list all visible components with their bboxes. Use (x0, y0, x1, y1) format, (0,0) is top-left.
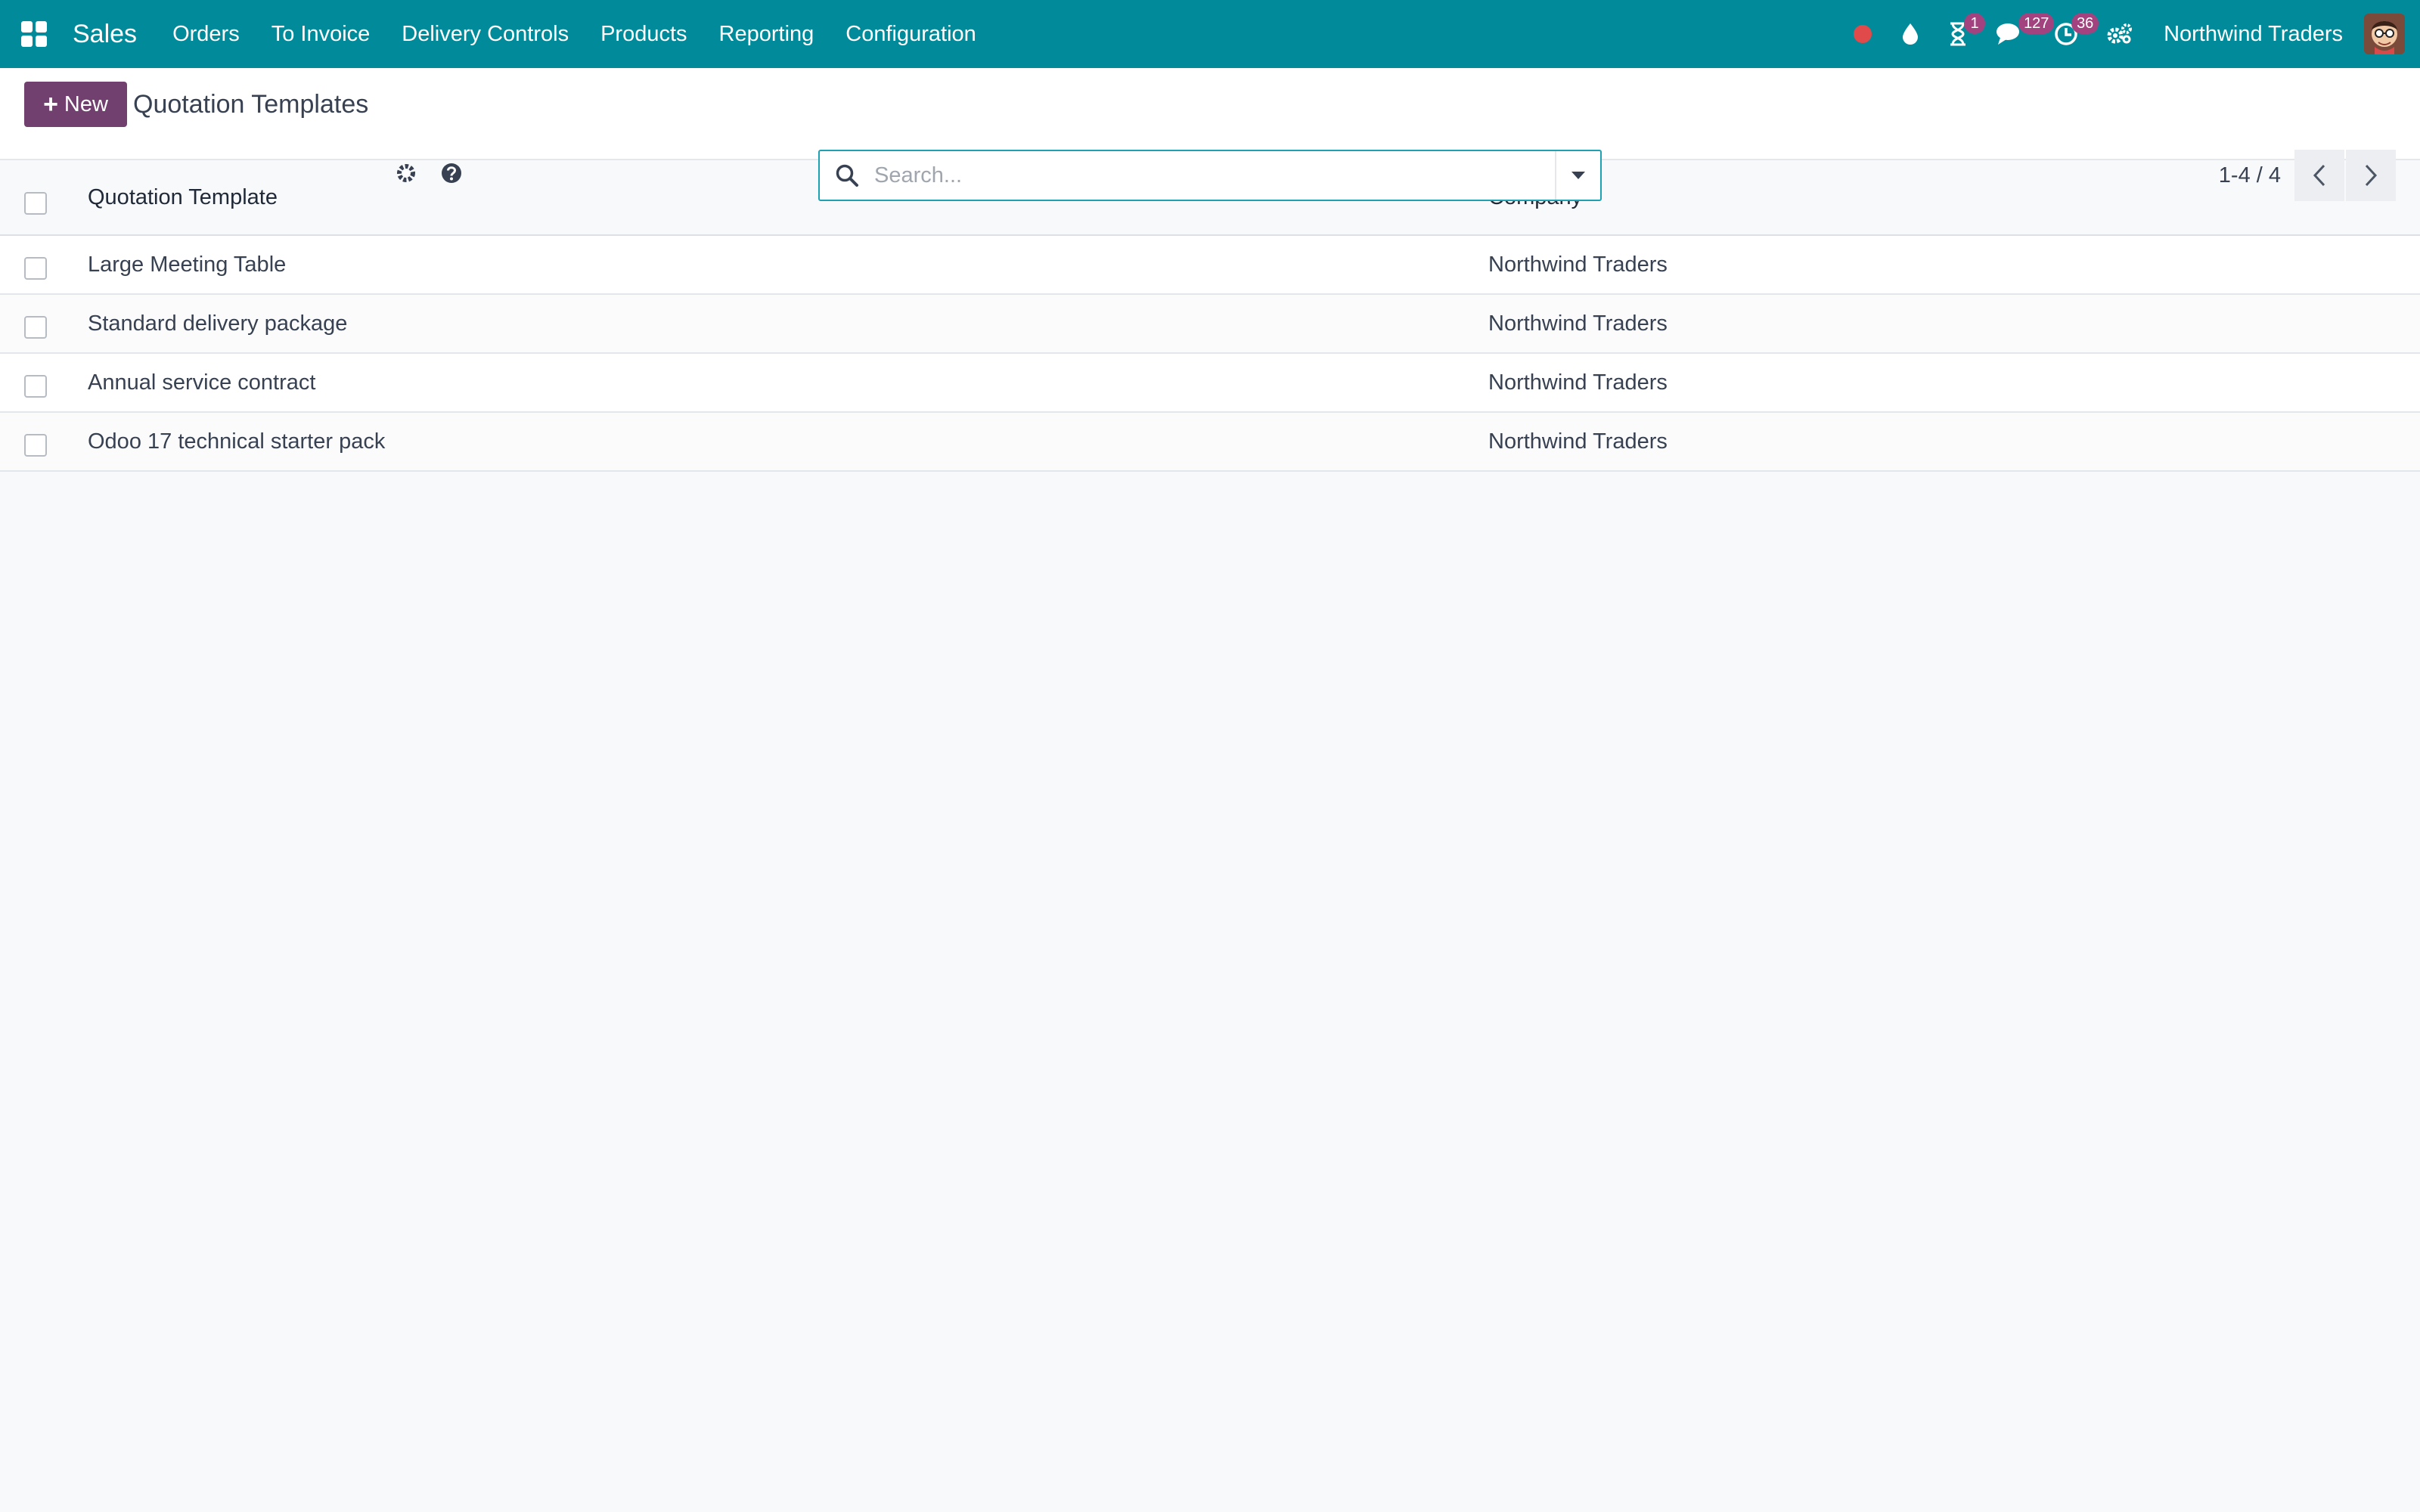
row-template-name[interactable]: Standard delivery package (88, 311, 1488, 336)
row-template-name[interactable]: Odoo 17 technical starter pack (88, 429, 1488, 454)
table-row[interactable]: Annual service contract Northwind Trader… (0, 354, 2420, 413)
company-switcher[interactable]: Northwind Traders (2164, 22, 2343, 47)
debug-toggle[interactable] (1900, 11, 1920, 57)
row-company[interactable]: Northwind Traders (1488, 370, 2420, 395)
user-avatar[interactable] (2364, 14, 2405, 54)
record-indicator[interactable] (1852, 11, 1873, 57)
record-dot-icon (1854, 25, 1872, 43)
menu-to-invoice[interactable]: To Invoice (256, 22, 386, 47)
menu-orders[interactable]: Orders (157, 22, 256, 47)
top-navbar: Sales Orders To Invoice Delivery Control… (0, 0, 2420, 68)
control-panel: + New Quotation Templates 1- (0, 68, 2420, 201)
chevron-left-icon (2313, 164, 2325, 187)
gears-icon (2107, 23, 2133, 44)
row-checkbox[interactable] (24, 434, 47, 457)
row-checkbox[interactable] (24, 257, 47, 280)
messages-menu[interactable]: 127 (1996, 11, 2055, 57)
row-company[interactable]: Northwind Traders (1488, 253, 2420, 277)
pager-previous-button[interactable] (2294, 150, 2344, 201)
search-options-toggle[interactable] (1555, 151, 1600, 200)
activities-badge: 1 (1964, 13, 1986, 34)
apps-menu-icon[interactable] (18, 18, 50, 50)
caret-down-icon (1571, 172, 1585, 179)
search-icon (820, 163, 874, 187)
page-title: Quotation Templates (133, 90, 369, 119)
help-icon (442, 163, 461, 183)
search-input[interactable] (874, 151, 1555, 200)
app-name[interactable]: Sales (73, 20, 137, 49)
clock-badge: 36 (2071, 13, 2099, 34)
row-template-name[interactable]: Large Meeting Table (88, 253, 1488, 277)
pager: 1-4 / 4 (2219, 150, 2396, 201)
row-checkbox[interactable] (24, 375, 47, 398)
row-template-name[interactable]: Annual service contract (88, 370, 1488, 395)
menu-products[interactable]: Products (585, 22, 703, 47)
activities-menu[interactable]: 1 (1947, 11, 1986, 57)
pager-next-button[interactable] (2346, 150, 2396, 201)
select-all-checkbox[interactable] (24, 192, 47, 215)
droplet-icon (1903, 23, 1919, 45)
menu-configuration[interactable]: Configuration (830, 22, 992, 47)
help-button[interactable] (440, 162, 463, 188)
table-row[interactable]: Standard delivery package Northwind Trad… (0, 295, 2420, 354)
chevron-right-icon (2365, 164, 2378, 187)
new-button[interactable]: + New (24, 82, 127, 127)
row-company[interactable]: Northwind Traders (1488, 429, 2420, 454)
systray: 1 127 36 (1838, 11, 2147, 57)
pager-value[interactable]: 1-4 / 4 (2219, 163, 2281, 188)
menu-reporting[interactable]: Reporting (703, 22, 830, 47)
action-gear[interactable] (395, 162, 417, 188)
menu-delivery-controls[interactable]: Delivery Controls (386, 22, 585, 47)
table-row[interactable]: Large Meeting Table Northwind Traders (0, 236, 2420, 295)
messages-badge: 127 (2018, 13, 2055, 34)
row-checkbox[interactable] (24, 316, 47, 339)
row-company[interactable]: Northwind Traders (1488, 311, 2420, 336)
clock-menu[interactable]: 36 (2053, 11, 2099, 57)
plus-icon: + (43, 89, 58, 119)
new-button-label: New (64, 91, 108, 116)
search-bar (818, 150, 1602, 201)
list-view: Quotation Template Company Large Meeting… (0, 160, 2420, 472)
gear-icon (397, 164, 415, 182)
main-menu: Orders To Invoice Delivery Controls Prod… (157, 22, 992, 47)
settings-menu[interactable] (2106, 11, 2133, 57)
table-row[interactable]: Odoo 17 technical starter pack Northwind… (0, 413, 2420, 472)
